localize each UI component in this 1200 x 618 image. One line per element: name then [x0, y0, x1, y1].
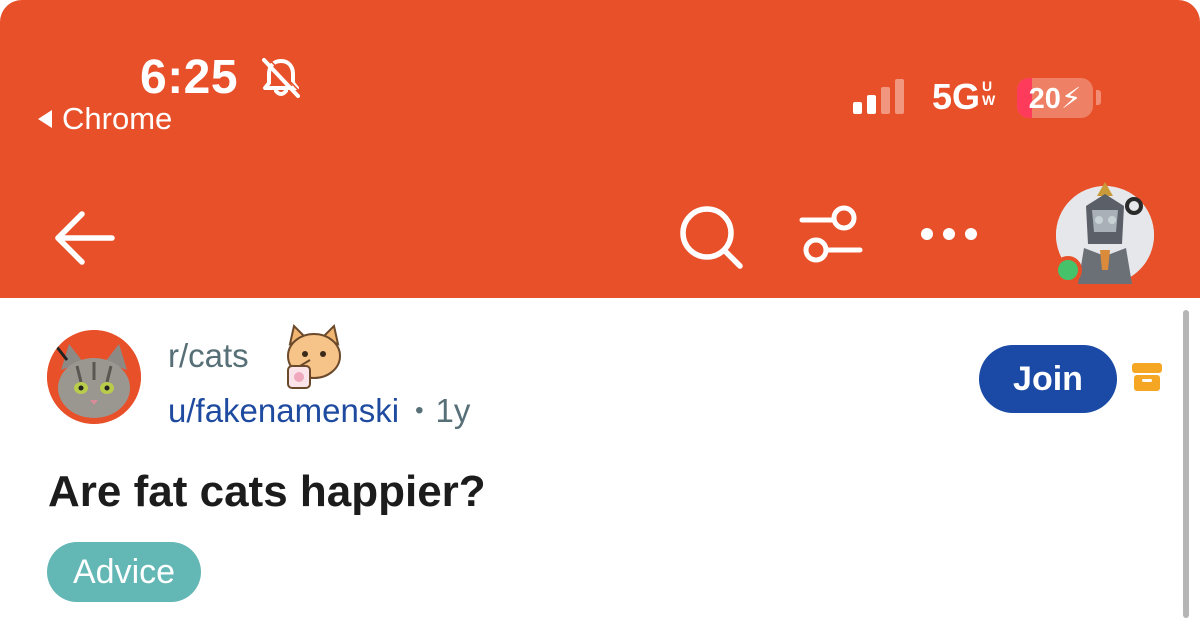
cat-sticker-icon: [287, 324, 341, 389]
network-uw: U W: [982, 79, 995, 107]
post-title[interactable]: Are fat cats happier?: [48, 467, 486, 517]
network-sup-top: U: [982, 78, 993, 94]
more-icon[interactable]: [918, 222, 980, 246]
post-meta: u/fakenamenski • 1y: [168, 392, 470, 430]
battery-indicator: 20⚡: [1017, 78, 1093, 118]
join-button[interactable]: Join: [979, 345, 1117, 413]
network-sup-bottom: W: [982, 92, 996, 108]
charging-bolt-icon: ⚡: [1060, 83, 1082, 115]
app-header: 6:25 Chrome 5G U W 20⚡: [0, 0, 1200, 298]
archive-icon: [1132, 363, 1162, 391]
online-status-dot: [1054, 256, 1082, 284]
author-link[interactable]: u/fakenamenski: [168, 392, 399, 430]
battery-level: 20⚡: [1028, 83, 1082, 115]
back-app-label: Chrome: [62, 101, 173, 136]
scrollbar[interactable]: [1183, 310, 1189, 618]
subreddit-name[interactable]: r/cats: [168, 337, 249, 375]
network-label: 5G: [932, 76, 981, 117]
search-icon[interactable]: [676, 202, 746, 272]
back-triangle-icon: [38, 110, 52, 128]
post-age: 1y: [435, 392, 471, 429]
signal-strength-icon: [853, 78, 904, 114]
post-flair[interactable]: Advice: [47, 542, 202, 602]
meta-separator: •: [415, 397, 424, 424]
filter-icon[interactable]: [798, 204, 864, 266]
back-to-app-link[interactable]: Chrome: [38, 101, 172, 137]
bell-muted-icon: [262, 56, 302, 98]
status-time: 6:25: [140, 51, 239, 104]
battery-cap: [1096, 90, 1101, 105]
back-arrow-icon[interactable]: [52, 208, 116, 268]
subreddit-avatar[interactable]: [47, 330, 141, 424]
network-type: 5G U W: [932, 76, 995, 118]
